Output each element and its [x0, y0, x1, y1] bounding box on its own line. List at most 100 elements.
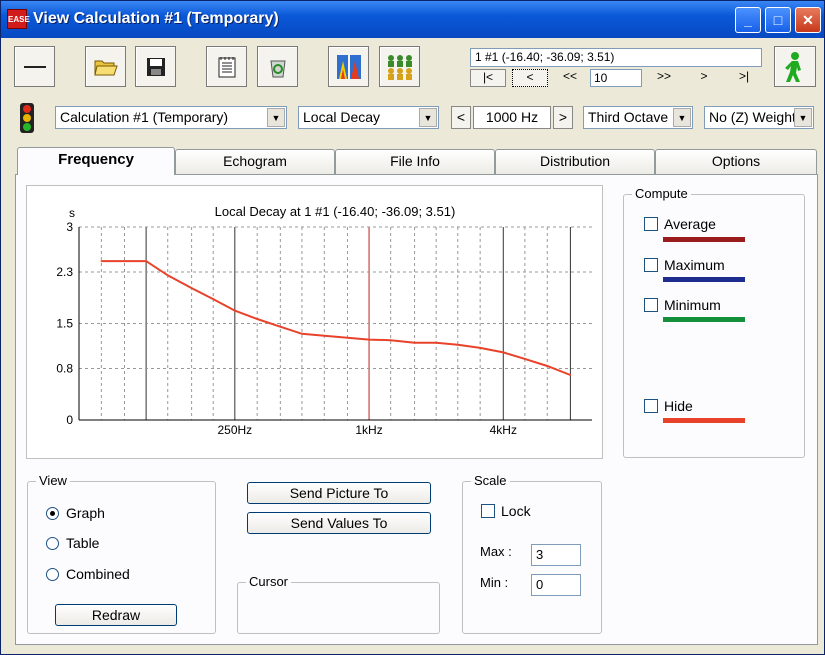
prev-button[interactable]: <	[512, 69, 548, 87]
x-tick-label: 250Hz	[217, 423, 252, 437]
next-step-button[interactable]: >>	[646, 69, 682, 87]
decay-data-point	[145, 260, 147, 262]
max-field[interactable]: 3	[531, 544, 581, 566]
maximum-label: Maximum	[664, 257, 725, 273]
x-tick-label: 1kHz	[355, 423, 382, 437]
mapping-button[interactable]	[328, 46, 369, 87]
view-combined-label: Combined	[66, 566, 130, 582]
min-label: Min :	[480, 575, 509, 590]
decay-data-point	[524, 358, 526, 360]
decay-data-point	[502, 351, 505, 354]
frequency-field[interactable]: 1000 Hz	[473, 106, 551, 129]
y-tick-label: 2.3	[56, 265, 73, 279]
color-map-icon	[336, 54, 361, 79]
tab-frequency[interactable]: Frequency	[17, 147, 175, 175]
average-legend-line	[663, 237, 745, 242]
view-table-label: Table	[66, 535, 100, 551]
floppy-icon	[146, 57, 165, 76]
band-select[interactable]: Third Octave ▼	[583, 106, 693, 129]
view-graph-radio[interactable]	[46, 507, 59, 520]
compute-group-title: Compute	[632, 186, 691, 201]
walk-button[interactable]	[774, 46, 816, 87]
maximum-checkbox[interactable]	[644, 258, 658, 272]
parameter-select[interactable]: Local Decay ▼	[298, 106, 439, 129]
decay-data-point	[546, 365, 549, 367]
hide-label: Hide	[664, 398, 693, 414]
step-field[interactable]: 10	[590, 69, 642, 87]
tab-options[interactable]: Options	[655, 149, 817, 174]
x-tick-label: 4kHz	[490, 423, 517, 437]
decay-data-point	[279, 325, 282, 328]
chevron-down-icon: ▼	[419, 108, 437, 127]
decay-data-point	[368, 338, 370, 341]
decay-data-point	[389, 339, 392, 342]
decay-data-point	[569, 374, 572, 376]
open-file-button[interactable]	[85, 46, 126, 87]
notepad-icon	[218, 56, 235, 77]
decay-data-point	[234, 309, 236, 312]
band-select-value: Third Octave	[588, 109, 669, 125]
traffic-light-icon	[17, 102, 37, 134]
tab-distribution[interactable]: Distribution	[495, 149, 655, 174]
position-field[interactable]: 1 #1 (-16.40; -36.09; 3.51)	[470, 48, 762, 67]
calculation-select[interactable]: Calculation #1 (Temporary) ▼	[55, 106, 287, 129]
decay-data-point	[323, 334, 326, 337]
decay-data-point	[301, 332, 303, 335]
close-button[interactable]: ✕	[795, 7, 821, 33]
lock-label: Lock	[501, 503, 531, 519]
recycle-bin-icon	[269, 60, 286, 77]
lock-checkbox[interactable]	[481, 504, 495, 518]
tab-echogram[interactable]: Echogram	[175, 149, 335, 174]
y-tick-label: 1.5	[56, 317, 73, 331]
prev-step-button[interactable]: <<	[552, 69, 588, 87]
chevron-down-icon: ▼	[794, 108, 812, 127]
redraw-button[interactable]: Redraw	[55, 604, 177, 626]
scale-group-title: Scale	[471, 473, 510, 488]
cursor-group: Cursor	[237, 574, 440, 634]
minimum-checkbox[interactable]	[644, 298, 658, 312]
decay-data-point	[100, 260, 103, 262]
receiver-navigator: 1 #1 (-16.40; -36.09; 3.51) |< < << 10 >…	[468, 46, 766, 88]
chart-title: Local Decay at 1 #1 (-16.40; -36.09; 3.5…	[215, 204, 456, 219]
decay-data-point	[413, 342, 416, 344]
decay-series-line	[101, 260, 571, 376]
view-group-title: View	[36, 473, 70, 488]
weighting-select[interactable]: No (Z) Weight ▼	[704, 106, 814, 129]
view-table-radio[interactable]	[46, 537, 59, 550]
last-button[interactable]: >|	[726, 69, 762, 87]
view-combined-radio[interactable]	[46, 568, 59, 581]
average-checkbox[interactable]	[644, 217, 658, 231]
decay-data-point	[435, 342, 437, 344]
decay-chart: Local Decay at 1 #1 (-16.40; -36.09; 3.5…	[26, 185, 603, 459]
calculation-select-value: Calculation #1 (Temporary)	[60, 109, 229, 125]
open-folder-icon	[93, 60, 118, 75]
frequency-prev-button[interactable]: <	[451, 106, 471, 129]
maximize-button[interactable]: □	[765, 7, 791, 33]
hide-checkbox[interactable]	[644, 399, 658, 413]
app-logo-icon: EASE	[7, 9, 30, 29]
send-values-button[interactable]: Send Values To	[247, 512, 431, 534]
save-button[interactable]	[135, 46, 176, 87]
decay-data-point	[212, 298, 215, 300]
minimize-button[interactable]: _	[735, 7, 761, 33]
title-bar[interactable]: EASE View Calculation #1 (Temporary) _ □…	[1, 1, 824, 38]
decay-data-point	[166, 274, 169, 277]
min-field[interactable]: 0	[531, 574, 581, 596]
people-group-icon	[387, 54, 412, 80]
next-button[interactable]: >	[686, 69, 722, 87]
average-label: Average	[664, 216, 716, 232]
first-button[interactable]: |<	[470, 69, 506, 87]
tab-file-info[interactable]: File Info	[335, 149, 495, 174]
cursor-group-title: Cursor	[246, 574, 292, 589]
frequency-next-button[interactable]: >	[553, 106, 573, 129]
dash-icon	[23, 65, 46, 68]
chevron-down-icon: ▼	[673, 108, 691, 127]
decay-data-point	[479, 347, 481, 349]
dash-tool-button[interactable]	[14, 46, 55, 87]
max-label: Max :	[480, 544, 512, 559]
decay-chart-svg: Local Decay at 1 #1 (-16.40; -36.09; 3.5…	[56, 204, 592, 437]
recycle-button[interactable]	[257, 46, 298, 87]
notes-button[interactable]	[206, 46, 247, 87]
send-picture-button[interactable]: Send Picture To	[247, 482, 431, 504]
audience-button[interactable]	[379, 46, 420, 87]
